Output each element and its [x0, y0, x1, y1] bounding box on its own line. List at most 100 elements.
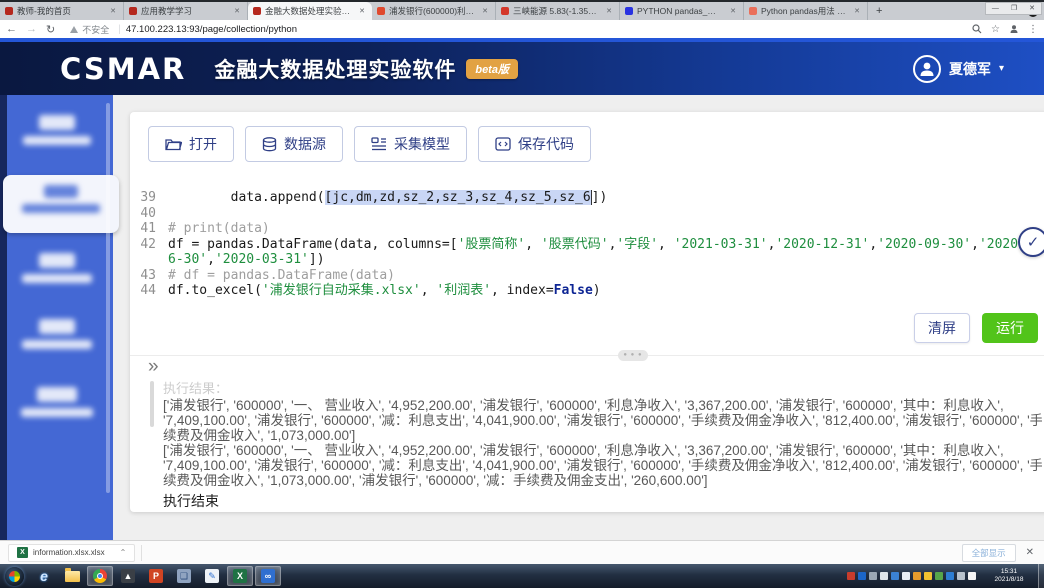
- code-line[interactable]: data.append([jc,dm,zd,sz_2,sz_3,sz_4,sz_…: [168, 190, 1044, 206]
- bookmark-star-icon[interactable]: ☆: [991, 24, 1000, 35]
- tray-icon[interactable]: [913, 572, 921, 580]
- collect-model-button[interactable]: 采集模型: [354, 126, 467, 162]
- database-icon: [262, 137, 277, 152]
- download-bar: X information.xlsx.xlsx ⌃ 全部显示 ✕: [0, 540, 1044, 564]
- reload-icon[interactable]: ↻: [46, 23, 55, 36]
- tab-close-icon[interactable]: ✕: [852, 6, 862, 16]
- folder-open-icon: [165, 137, 182, 151]
- chevron-down-icon[interactable]: ▾: [999, 63, 1004, 74]
- taskbar-pen-app-icon[interactable]: ✎: [199, 566, 225, 586]
- browser-tab[interactable]: 浦发银行(600000)利润表_新浪财✕: [372, 2, 496, 20]
- tab-close-icon[interactable]: ✕: [357, 6, 367, 16]
- download-item[interactable]: X information.xlsx.xlsx ⌃: [8, 544, 135, 562]
- drag-handle[interactable]: ● ● ●: [618, 350, 648, 361]
- tab-title: 三峡能源 5.83(-1.35%)_股票行情: [513, 5, 600, 17]
- line-number: 44: [130, 283, 168, 299]
- tray-icon[interactable]: [957, 572, 965, 580]
- code-row[interactable]: 39 data.append([jc,dm,zd,sz_2,sz_3,sz_4,…: [130, 190, 1044, 206]
- tab-title: 教师-我的首页: [17, 5, 104, 17]
- security-chip[interactable]: 不安全 |: [70, 23, 126, 36]
- code-row[interactable]: 43# df = pandas.DataFrame(data): [130, 268, 1044, 284]
- back-icon[interactable]: ←: [6, 23, 17, 35]
- close-window-button[interactable]: ✕: [1023, 3, 1041, 14]
- close-download-bar-icon[interactable]: ✕: [1026, 547, 1034, 558]
- sidebar-item[interactable]: [7, 253, 107, 289]
- taskbar-chrome-icon[interactable]: [87, 566, 113, 586]
- tray-icon[interactable]: [924, 572, 932, 580]
- database-button[interactable]: 数据源: [245, 126, 343, 162]
- collect-model-icon: [371, 137, 387, 151]
- save-code-button[interactable]: 保存代码: [478, 126, 591, 162]
- tab-close-icon[interactable]: ✕: [604, 6, 614, 16]
- menu-icon[interactable]: ⋮: [1028, 24, 1038, 35]
- code-row[interactable]: 42df = pandas.DataFrame(data, columns=['…: [130, 237, 1044, 268]
- url-input[interactable]: 47.100.223.13:93/page/collection/python: [126, 24, 972, 35]
- tray-icon[interactable]: [891, 572, 899, 580]
- start-button[interactable]: [5, 567, 24, 586]
- tray-icon[interactable]: [847, 572, 855, 580]
- toolbar-button-label: 打开: [189, 134, 217, 154]
- run-button[interactable]: 运行: [982, 313, 1038, 343]
- tab-close-icon[interactable]: ✕: [480, 6, 490, 16]
- browser-tab-strip: 教师-我的首页✕应用教学学习✕金融大数据处理实验软件✕浦发银行(600000)利…: [0, 0, 1044, 20]
- taskbar-csmar-client-icon[interactable]: ∞: [255, 566, 281, 586]
- tray-icon[interactable]: [946, 572, 954, 580]
- taskbar-clock[interactable]: 15:31 2021/8/18: [984, 568, 1034, 584]
- code-line[interactable]: df = pandas.DataFrame(data, columns=['股票…: [168, 237, 1044, 268]
- code-line[interactable]: df.to_excel('浦发银行自动采集.xlsx', '利润表', inde…: [168, 283, 1044, 299]
- code-line[interactable]: # df = pandas.DataFrame(data): [168, 268, 1044, 284]
- download-caret-icon[interactable]: ⌃: [120, 548, 127, 557]
- zoom-icon[interactable]: [972, 24, 982, 34]
- taskbar-excel-icon[interactable]: X: [227, 566, 253, 586]
- download-file-name: information.xlsx.xlsx: [33, 548, 105, 557]
- browser-tab[interactable]: PYTHON pandas_百度搜索✕: [620, 2, 744, 20]
- taskbar-ie-icon[interactable]: e: [31, 566, 57, 586]
- tab-close-icon[interactable]: ✕: [108, 6, 118, 16]
- tab-favicon-icon: [129, 7, 137, 15]
- user-menu[interactable]: 夏德军 ▾: [913, 55, 1004, 83]
- forward-icon[interactable]: →: [26, 23, 37, 35]
- tray-icon[interactable]: [869, 572, 877, 580]
- windows-logo-icon: [9, 571, 20, 582]
- minimize-button[interactable]: —: [986, 3, 1005, 14]
- tab-close-icon[interactable]: ✕: [232, 6, 242, 16]
- code-row[interactable]: 41# print(data): [130, 221, 1044, 237]
- taskbar-powerpoint-icon[interactable]: P: [143, 566, 169, 586]
- browser-tab[interactable]: 金融大数据处理实验软件✕: [248, 2, 372, 20]
- sidebar-item[interactable]: [7, 387, 107, 423]
- code-editor[interactable]: 39 data.append([jc,dm,zd,sz_2,sz_3,sz_4,…: [130, 190, 1044, 299]
- collapse-icon[interactable]: »: [148, 356, 157, 378]
- clear-button[interactable]: 清屏: [914, 313, 970, 343]
- code-row[interactable]: 44df.to_excel('浦发银行自动采集.xlsx', '利润表', in…: [130, 283, 1044, 299]
- user-avatar-icon[interactable]: [913, 55, 941, 83]
- tray-icon[interactable]: [880, 572, 888, 580]
- tray-icon[interactable]: [935, 572, 943, 580]
- sidebar-item[interactable]: [7, 115, 107, 151]
- tray-icon[interactable]: [968, 572, 976, 580]
- line-number: 43: [130, 268, 168, 284]
- show-desktop-button[interactable]: [1038, 564, 1044, 588]
- new-tab-button[interactable]: +: [868, 2, 890, 20]
- taskbar-document-app-icon[interactable]: ❏: [171, 566, 197, 586]
- tab-close-icon[interactable]: ✕: [728, 6, 738, 16]
- result-label: 执行结果：: [163, 381, 1042, 396]
- tray-icon[interactable]: [858, 572, 866, 580]
- browser-tab[interactable]: 三峡能源 5.83(-1.35%)_股票行情 ✕: [496, 2, 620, 20]
- maximize-button[interactable]: ❐: [1005, 3, 1023, 14]
- code-line[interactable]: [168, 206, 1044, 222]
- taskbar-explorer-icon[interactable]: [59, 566, 85, 586]
- browser-tab[interactable]: 教师-我的首页 ✕: [0, 2, 124, 20]
- tab-favicon-icon: [377, 7, 385, 15]
- browser-tab[interactable]: Python pandas用法 - 简书✕: [744, 2, 868, 20]
- profile-icon[interactable]: [1009, 24, 1019, 34]
- code-row[interactable]: 40: [130, 206, 1044, 222]
- taskbar-app-icon[interactable]: ▲: [115, 566, 141, 586]
- sidebar-item[interactable]: [7, 319, 107, 355]
- folder-open-button[interactable]: 打开: [148, 126, 234, 162]
- show-all-downloads-button[interactable]: 全部显示: [962, 544, 1016, 562]
- tray-icon[interactable]: [902, 572, 910, 580]
- sidebar-item-active[interactable]: [3, 175, 119, 233]
- check-circle-button[interactable]: ✓: [1018, 227, 1044, 257]
- code-line[interactable]: # print(data): [168, 221, 1044, 237]
- browser-tab[interactable]: 应用教学学习✕: [124, 2, 248, 20]
